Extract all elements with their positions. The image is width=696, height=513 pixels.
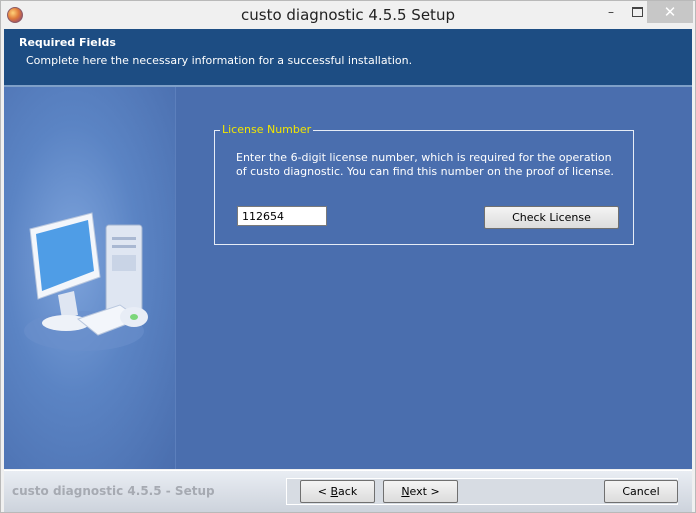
title-bar: custo diagnostic 4.5.5 Setup – ✕ — [1, 1, 695, 29]
page-subtitle: Complete here the necessary information … — [26, 54, 413, 67]
back-button-mnemonic: B — [330, 485, 339, 498]
check-license-button[interactable]: Check License — [484, 206, 619, 229]
back-button[interactable]: < Back — [300, 480, 375, 503]
close-icon[interactable]: ✕ — [647, 1, 693, 23]
computer-illustration — [24, 212, 148, 351]
window-title: custo diagnostic 4.5.5 Setup — [241, 6, 455, 24]
wizard-content: License Number Enter the 6-digit license… — [4, 87, 692, 469]
license-number-input[interactable] — [237, 206, 327, 226]
side-panel — [4, 87, 175, 469]
setup-window: custo diagnostic 4.5.5 Setup – ✕ Require… — [0, 0, 696, 513]
license-description: Enter the 6-digit license number, which … — [236, 151, 614, 178]
cancel-button[interactable]: Cancel — [604, 480, 678, 503]
minimize-icon[interactable]: – — [597, 1, 625, 23]
back-button-prefix: < — [317, 485, 331, 498]
license-group: License Number Enter the 6-digit license… — [214, 123, 634, 245]
wizard-footer: custo diagnostic 4.5.5 - Setup < Back Ne… — [4, 470, 692, 512]
next-button[interactable]: Next > — [383, 480, 458, 503]
footer-brand: custo diagnostic 4.5.5 - Setup — [12, 484, 215, 498]
back-button-rest: ack — [338, 485, 358, 498]
license-group-legend: License Number — [220, 123, 314, 136]
next-button-rest: ext > — [409, 485, 440, 498]
page-title: Required Fields — [19, 36, 116, 49]
side-divider — [175, 87, 176, 469]
next-button-mnemonic: N — [401, 485, 410, 498]
wizard-header: Required Fields Complete here the necess… — [4, 29, 692, 87]
